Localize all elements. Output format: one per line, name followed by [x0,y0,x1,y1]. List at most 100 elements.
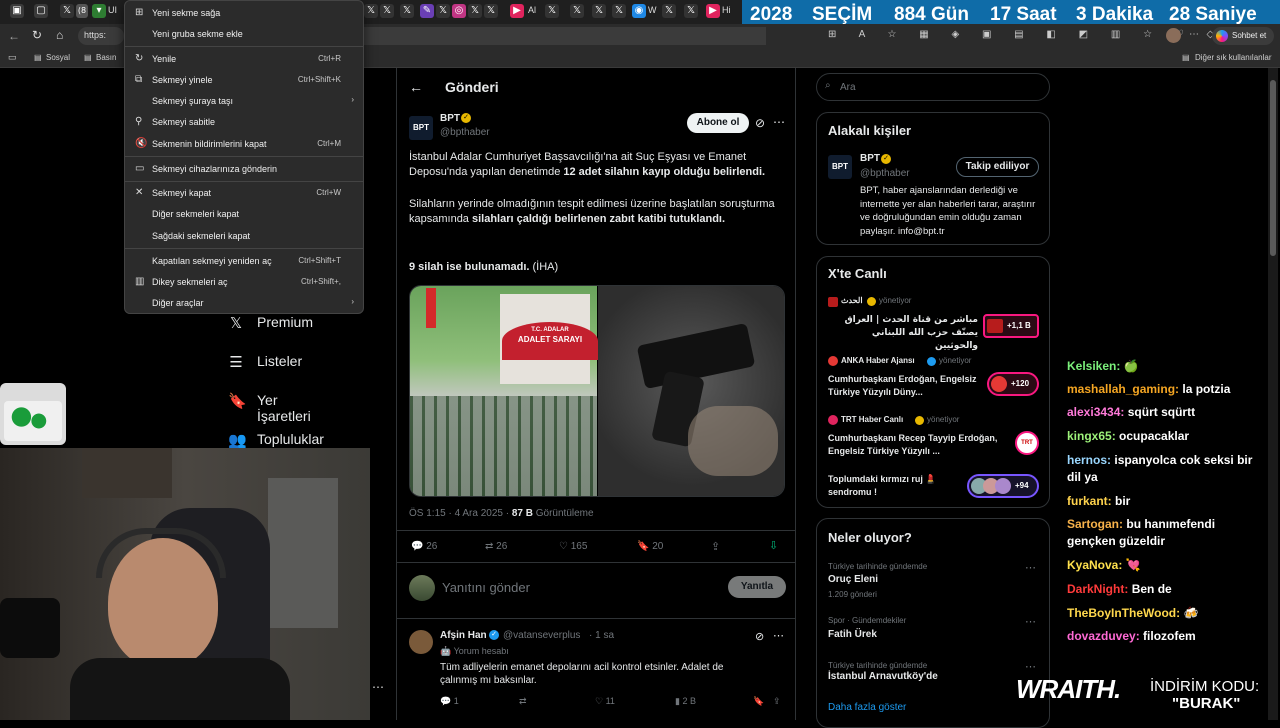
more-icon[interactable]: ⋯ [773,115,785,129]
menu-item-send-to-devices[interactable]: ▭ Sekmeyi cihazlarınıza gönderin [125,159,363,179]
reply-author-avatar[interactable] [409,630,433,654]
tab-icon-green[interactable]: ▾ [92,4,106,18]
scrollbar-thumb[interactable] [1270,80,1276,256]
back-icon[interactable]: ← [8,29,20,43]
bpt-avatar[interactable]: BPT [409,116,433,140]
courthouse-image[interactable]: T.C. ADALAR ADALET SARAYI [410,286,598,496]
menu-item-close-others[interactable]: Diğer sekmeleri kapat [125,204,363,224]
live-item-text[interactable]: Cumhurbaşkanı Recep Tayyip Erdoğan, Enge… [828,432,1003,458]
bookmark-basin[interactable]: Basın [96,53,116,62]
trend-name[interactable]: Oruç Eleni [828,574,878,585]
reply-author[interactable]: Afşin Han [440,630,487,641]
bookmarks-icon[interactable]: ▭ [8,52,17,63]
tab-x-13[interactable]: 𝕏 [684,4,698,18]
live-source[interactable]: ANKA Haber Ajansı [841,356,915,365]
tab-label-al[interactable]: Al [528,5,536,15]
trt-haber-thumb[interactable]: TRT [1015,431,1039,455]
reply-handle[interactable]: @vatanseverplus [503,630,580,641]
page-scrollbar[interactable] [1268,68,1278,720]
menu-item-close-tab[interactable]: ✕ Sekmeyi kapat Ctrl+W [125,183,363,203]
url-field[interactable]: https: [78,27,124,45]
tab-x-10[interactable]: 𝕏 [592,4,606,18]
share-icon[interactable]: ⇪ [711,540,720,553]
related-handle[interactable]: @bpthaber [860,168,910,179]
menu-item-add-to-new-group[interactable]: Yeni gruba sekme ekle [125,24,363,44]
download-icon[interactable]: ⇩ [769,539,778,552]
more-icon[interactable]: ⋯ [1025,615,1036,628]
trend-name[interactable]: İstanbul Arnavutköy'de [828,671,938,682]
grok-icon[interactable]: ⊘ [755,116,765,130]
copilot-chat-button[interactable]: Sohbet et [1212,27,1274,45]
more-icon[interactable]: ⋯ [773,629,784,642]
reply-likes[interactable]: ♡ 11 [595,696,615,707]
tab-instagram-icon[interactable]: ◎ [452,4,466,18]
reply-input[interactable]: Yanıtını gönder [442,580,530,595]
tab-youtube-icon-2[interactable]: ▶ [706,4,720,18]
home-icon[interactable]: ⌂ [56,28,63,42]
more-icon[interactable]: ⋯ [1025,561,1036,574]
subscribe-button[interactable]: Abone ol [687,113,749,133]
reply-replies[interactable]: 💬 1 [440,696,459,707]
menu-item-move-tab[interactable]: Sekmeyi şuraya taşı › [125,91,363,111]
menu-item-duplicate[interactable]: ⧉ Sekmeyi yinele Ctrl+Shift+K [125,70,363,90]
url-field-continued[interactable] [364,27,766,45]
back-arrow-icon[interactable]: ← [409,79,423,95]
tab-x-3[interactable]: 𝕏 [380,4,394,18]
live-item-text[interactable]: Cumhurbaşkanı Erdoğan, Engelsiz Türkiye … [828,373,978,399]
related-name[interactable]: BPT [860,153,880,164]
tab-x-2[interactable]: 𝕏 [364,4,378,18]
tab-label-ui[interactable]: UI [108,5,117,15]
reload-icon[interactable]: ↻ [32,28,42,42]
bookmark-action[interactable]: 🔖 20 [637,541,663,552]
tab-meet-icon[interactable]: ◉ [632,4,646,18]
bookmark-icon[interactable]: 🔖 [753,696,764,707]
tab-label-hi[interactable]: Hi [722,5,731,15]
tab-x-5[interactable]: 𝕏 [436,4,450,18]
bookmark-sosyal[interactable]: Sosyal [46,53,70,62]
reply-views[interactable]: ▮ 2 B [675,696,696,707]
grok-icon[interactable]: ⊘ [755,630,764,643]
following-button[interactable]: Takip ediliyor [956,157,1039,177]
live-source[interactable]: الحدث [841,296,863,305]
other-bookmarks[interactable]: Diğer sık kullanılanlar [1195,53,1271,62]
live-listeners-badge[interactable]: +1,1 B [983,314,1039,338]
reply-action[interactable]: 💬 26 [411,541,437,552]
tab-counter[interactable]: (8 [76,4,88,18]
tab-x-1[interactable]: 𝕏 [60,4,74,18]
live-listeners-badge[interactable]: +120 [987,372,1039,396]
post-author[interactable]: BPT [440,113,460,124]
tab-x-11[interactable]: 𝕏 [612,4,626,18]
share-icon[interactable]: ⇪ [773,696,781,707]
tab-x-4[interactable]: 𝕏 [400,4,414,18]
menu-item-reopen-closed[interactable]: Kapatılan sekmeyi yeniden aç Ctrl+Shift+T [125,251,363,271]
tab-actions-icon[interactable]: ▢ [34,4,48,18]
tab-label-w[interactable]: W [648,5,657,15]
trend-name[interactable]: Fatih Ürek [828,629,877,640]
like-action[interactable]: ♡ 165 [559,541,587,552]
post-media[interactable]: T.C. ADALAR ADALET SARAYI [409,285,785,497]
tab-x-8[interactable]: 𝕏 [545,4,559,18]
tab-x-7[interactable]: 𝕏 [484,4,498,18]
show-more-link[interactable]: Daha fazla göster [828,702,906,713]
more-icon[interactable]: ⋯ [1189,29,1199,40]
tab-x-6[interactable]: 𝕏 [468,4,482,18]
menu-item-reload[interactable]: ↻ Yenile Ctrl+R [125,49,363,69]
repost-action[interactable]: ⇄ 26 [485,541,507,552]
post-handle[interactable]: @bpthaber [440,127,490,138]
menu-item-more-tools[interactable]: Diğer araçlar › [125,293,363,313]
tab-x-12[interactable]: 𝕏 [662,4,676,18]
live-listeners-badge[interactable]: +94 [967,474,1039,498]
menu-item-new-tab-right[interactable]: ⊞ Yeni sekme sağa [125,3,363,23]
menu-item-pin[interactable]: ⚲ Sekmeyi sabitle [125,112,363,132]
bpt-avatar[interactable]: BPT [828,155,852,179]
menu-item-vertical-tabs[interactable]: ▥ Dikey sekmeleri aç Ctrl+Shift+, [125,272,363,292]
live-source[interactable]: TRT Haber Canlı [841,415,903,424]
workspaces-icon[interactable]: ▣ [10,4,24,18]
profile-avatar[interactable] [1166,28,1181,43]
more-icon[interactable]: ⋯ [1025,660,1036,673]
live-item-text[interactable]: مباشر من قناة الحدث | العراق يصنّف حزب ا… [828,314,978,353]
handgun-image[interactable] [598,286,784,496]
live-item-text[interactable]: Toplumdaki kırmızı ruj 💄 sendromu ! [828,473,973,499]
menu-item-close-right[interactable]: Sağdaki sekmeleri kapat [125,226,363,246]
reply-button[interactable]: Yanıtla [728,576,786,598]
